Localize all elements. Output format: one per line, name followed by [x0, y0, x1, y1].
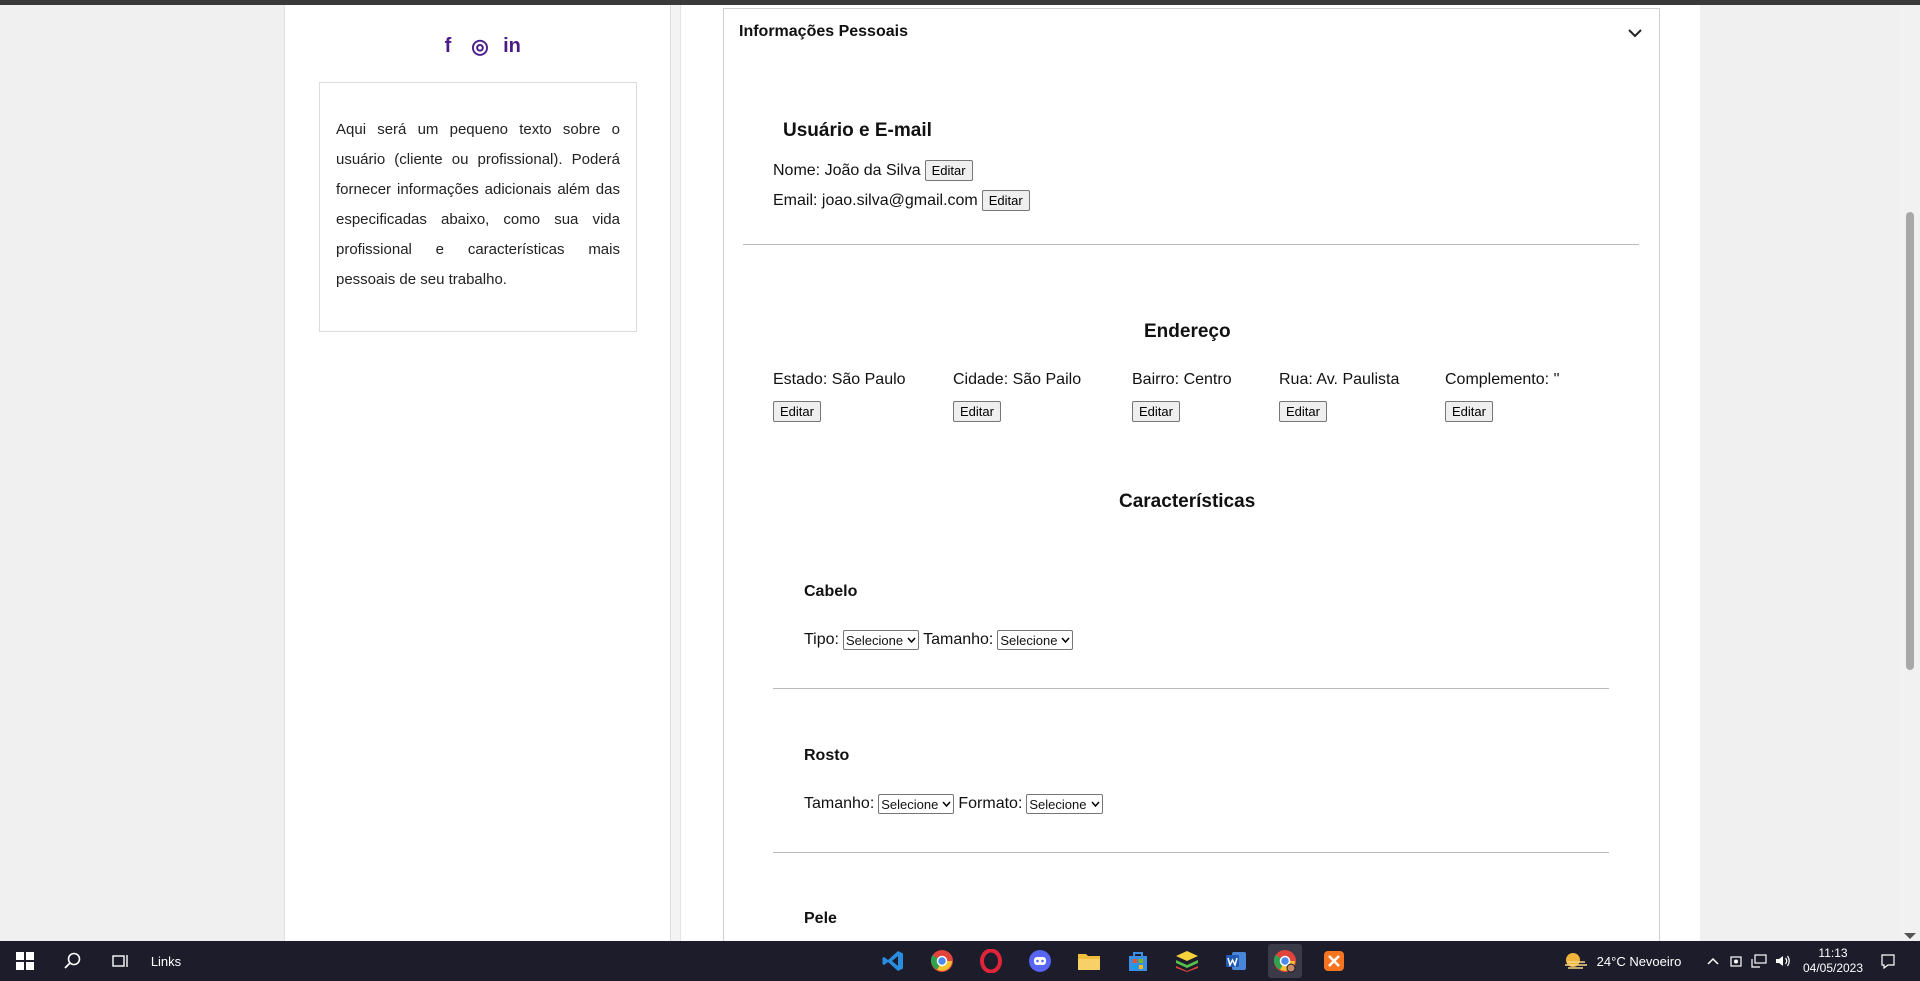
hair-type-label: Tipo:: [804, 631, 839, 648]
edit-state-button[interactable]: Editar: [773, 401, 821, 422]
edit-street-button[interactable]: Editar: [1279, 401, 1327, 422]
scrollbar-thumb[interactable]: [1906, 212, 1914, 670]
face-row: Tamanho: Selecione Formato: Selecione: [804, 794, 1103, 814]
name-row: Nome: João da Silva Editar: [773, 160, 973, 181]
links-toolbar[interactable]: Links: [146, 941, 186, 981]
characteristics-heading: Características: [1119, 491, 1256, 512]
edit-city-button[interactable]: Editar: [953, 401, 1001, 422]
divider: [743, 244, 1639, 245]
district-label: Bairro: Centro: [1132, 371, 1232, 388]
personal-info-panel: Informações Pessoais Usuário e E-mail No…: [723, 8, 1660, 943]
face-shape-label: Formato:: [958, 795, 1023, 812]
chrome-profile-icon[interactable]: [1268, 944, 1302, 978]
scroll-down-arrow-icon[interactable]: [1904, 933, 1916, 939]
task-view-icon[interactable]: [106, 941, 136, 981]
volume-icon[interactable]: [1772, 941, 1794, 981]
user-email-heading: Usuário e E-mail: [783, 120, 932, 141]
xampp-icon[interactable]: [1317, 944, 1351, 978]
hair-row: Tipo: Selecione Tamanho: Selecione: [804, 630, 1074, 650]
discord-icon[interactable]: [1023, 944, 1057, 978]
network-icon[interactable]: [1748, 941, 1770, 981]
edit-district-button[interactable]: Editar: [1132, 401, 1180, 422]
face-shape-select[interactable]: Selecione: [1026, 794, 1103, 814]
file-explorer-icon[interactable]: [1072, 944, 1106, 978]
social-links: f ◎ in: [438, 35, 522, 58]
store-icon[interactable]: [1121, 944, 1155, 978]
edit-email-button[interactable]: Editar: [981, 190, 1030, 211]
skin-heading: Pele: [804, 910, 837, 927]
meet-icon[interactable]: [1726, 941, 1746, 981]
info-column: Informações Pessoais Usuário e E-mail No…: [682, 5, 1700, 943]
panel-title[interactable]: Informações Pessoais: [739, 23, 908, 41]
vscode-icon[interactable]: [876, 944, 910, 978]
state-label: Estado: São Paulo: [773, 371, 906, 388]
clock-time: 11:13: [1818, 946, 1848, 960]
page-scrollbar[interactable]: [1900, 5, 1920, 941]
address-field-state: Estado: São Paulo Editar: [773, 371, 906, 422]
opera-icon[interactable]: [974, 944, 1008, 978]
address-field-district: Bairro: Centro Editar: [1132, 371, 1232, 422]
column-gutter: [671, 5, 681, 941]
clock[interactable]: 11:13 04/05/2023: [1798, 941, 1868, 981]
address-field-complement: Complemento: '' Editar: [1445, 371, 1560, 422]
face-size-label: Tamanho:: [804, 795, 875, 812]
chevron-down-icon[interactable]: [1625, 23, 1645, 43]
edit-name-button[interactable]: Editar: [924, 160, 973, 181]
divider: [773, 852, 1609, 853]
email-label: Email: joao.silva@gmail.com: [773, 191, 978, 209]
name-label: Nome: João da Silva: [773, 161, 921, 179]
windows-taskbar: Links 24°C Nevoeiro 11:13 04/05/2023: [0, 941, 1920, 981]
address-field-city: Cidade: São Pailo Editar: [953, 371, 1082, 422]
edit-complement-button[interactable]: Editar: [1445, 401, 1493, 422]
address-heading: Endereço: [1144, 321, 1231, 342]
page-content: f ◎ in Aqui será um pequeno texto sobre …: [284, 5, 1700, 943]
instagram-icon[interactable]: ◎: [470, 35, 490, 58]
notifications-icon[interactable]: [1876, 941, 1900, 981]
facebook-icon[interactable]: f: [438, 35, 458, 57]
clock-date: 04/05/2023: [1802, 961, 1864, 975]
bio-text: Aqui será um pequeno texto sobre o usuár…: [319, 82, 637, 332]
word-icon[interactable]: [1219, 944, 1253, 978]
face-size-select[interactable]: Selecione: [878, 794, 955, 814]
street-label: Rua: Av. Paulista: [1279, 371, 1400, 388]
bluestacks-icon[interactable]: [1170, 944, 1204, 978]
city-label: Cidade: São Pailo: [953, 371, 1082, 388]
hair-heading: Cabelo: [804, 583, 858, 600]
windows-start-icon[interactable]: [10, 941, 40, 981]
divider: [773, 688, 1609, 689]
search-icon[interactable]: [58, 941, 88, 981]
linkedin-icon[interactable]: in: [502, 35, 522, 57]
weather-widget[interactable]: 24°C Nevoeiro: [1552, 941, 1692, 981]
hair-type-select[interactable]: Selecione: [842, 630, 920, 650]
profile-sidebar: f ◎ in Aqui será um pequeno texto sobre …: [285, 5, 671, 941]
hair-size-label: Tamanho:: [923, 631, 994, 648]
chrome-icon[interactable]: [925, 944, 959, 978]
email-row: Email: joao.silva@gmail.com Editar: [773, 190, 1030, 211]
complement-label: Complemento: '': [1445, 371, 1560, 388]
face-heading: Rosto: [804, 747, 850, 764]
hair-size-select[interactable]: Selecione: [997, 630, 1074, 650]
weather-text: 24°C Nevoeiro: [1596, 953, 1682, 969]
chevron-up-icon[interactable]: [1702, 941, 1724, 981]
address-field-street: Rua: Av. Paulista Editar: [1279, 371, 1400, 422]
